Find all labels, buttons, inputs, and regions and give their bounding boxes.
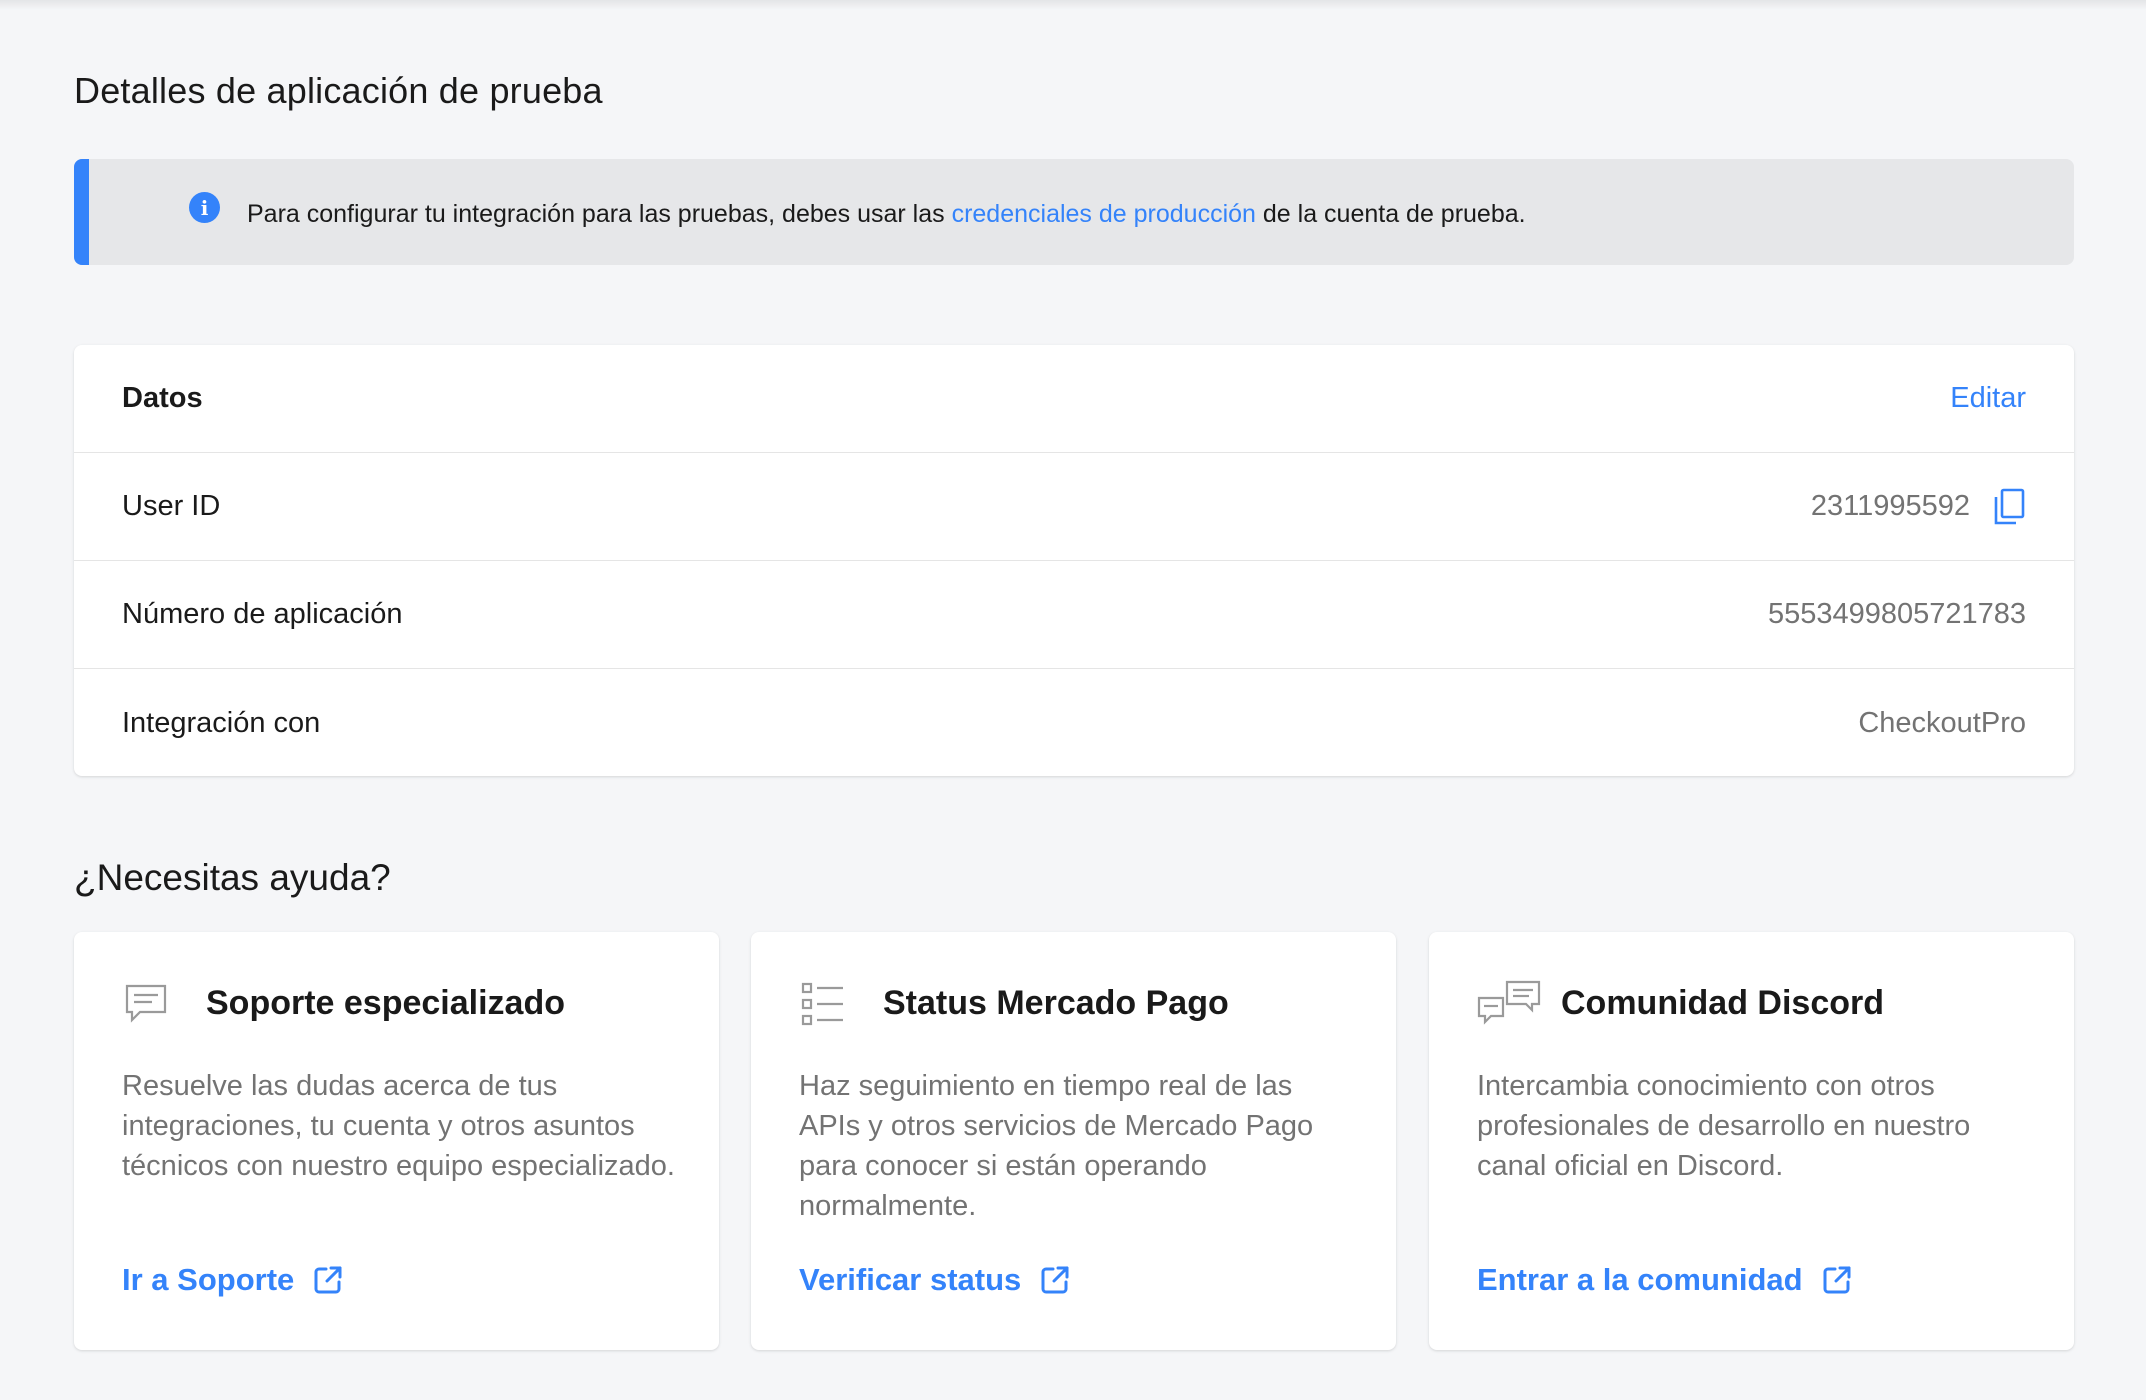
page-title: Detalles de aplicación de prueba	[74, 70, 603, 111]
info-icon: i	[189, 192, 220, 223]
list-icon	[801, 982, 843, 1026]
notice-text: Para configurar tu integración para las …	[247, 200, 1526, 229]
support-card-title: Soporte especializado	[206, 984, 565, 1022]
chat-bubble-icon	[125, 984, 167, 1023]
verify-status-label: Verificar status	[799, 1262, 1022, 1297]
notice-text-after: de la cuenta de prueba.	[1255, 200, 1526, 228]
integration-value: CheckoutPro	[1858, 706, 2026, 739]
user-id-label: User ID	[122, 490, 221, 522]
data-card-header: Datos Editar	[74, 345, 2074, 453]
app-data-card: Datos Editar User ID 2311995592 Número d…	[74, 345, 2074, 776]
data-card-title: Datos	[122, 382, 203, 414]
external-link-icon	[1041, 1266, 1069, 1294]
community-chat-icon	[1477, 980, 1541, 1025]
user-id-value-wrap: 2311995592	[1811, 488, 2026, 526]
verify-status-link[interactable]: Verificar status	[799, 1262, 1071, 1298]
production-credentials-link[interactable]: credenciales de producción	[952, 200, 1256, 228]
status-card-description: Haz seguimiento en tiempo real de las AP…	[799, 1070, 1314, 1222]
app-number-value: 5553499805721783	[1767, 598, 2026, 630]
notice-text-before: Para configurar tu integración para las …	[247, 200, 952, 228]
edit-button[interactable]: Editar	[1950, 382, 2026, 415]
go-to-support-label: Ir a Soporte	[122, 1262, 295, 1297]
external-link-icon	[1823, 1266, 1851, 1294]
app-number-row: Número de aplicación 5553499805721783	[74, 561, 2074, 669]
notice-accent-bar	[74, 159, 89, 265]
support-card: Soporte especializado Resuelve las dudas…	[74, 932, 719, 1350]
user-id-row: User ID 2311995592	[74, 453, 2074, 561]
status-card-title: Status Mercado Pago	[883, 984, 1229, 1022]
join-community-link[interactable]: Entrar a la comunidad	[1477, 1262, 1853, 1298]
external-link-icon	[314, 1266, 342, 1294]
app-number-label: Número de aplicación	[122, 598, 403, 630]
support-card-description: Resuelve las dudas acerca de tus integra…	[122, 1070, 675, 1182]
integration-label: Integración con	[122, 706, 321, 739]
integration-row: Integración con CheckoutPro	[74, 669, 2074, 777]
discord-card: Comunidad Discord Intercambia conocimien…	[1429, 932, 2074, 1350]
top-shadow	[0, 0, 2146, 10]
go-to-support-link[interactable]: Ir a Soporte	[122, 1262, 344, 1298]
discord-card-description: Intercambia conocimiento con otros profe…	[1477, 1070, 1971, 1182]
status-card: Status Mercado Pago Haz seguimiento en t…	[751, 932, 1396, 1350]
join-community-label: Entrar a la comunidad	[1477, 1262, 1803, 1297]
copy-icon[interactable]	[1992, 488, 2026, 526]
info-notice: i Para configurar tu integración para la…	[74, 159, 2074, 265]
help-section-title: ¿Necesitas ayuda?	[74, 857, 391, 898]
user-id-value: 2311995592	[1810, 490, 1970, 522]
discord-card-title: Comunidad Discord	[1561, 984, 1885, 1022]
